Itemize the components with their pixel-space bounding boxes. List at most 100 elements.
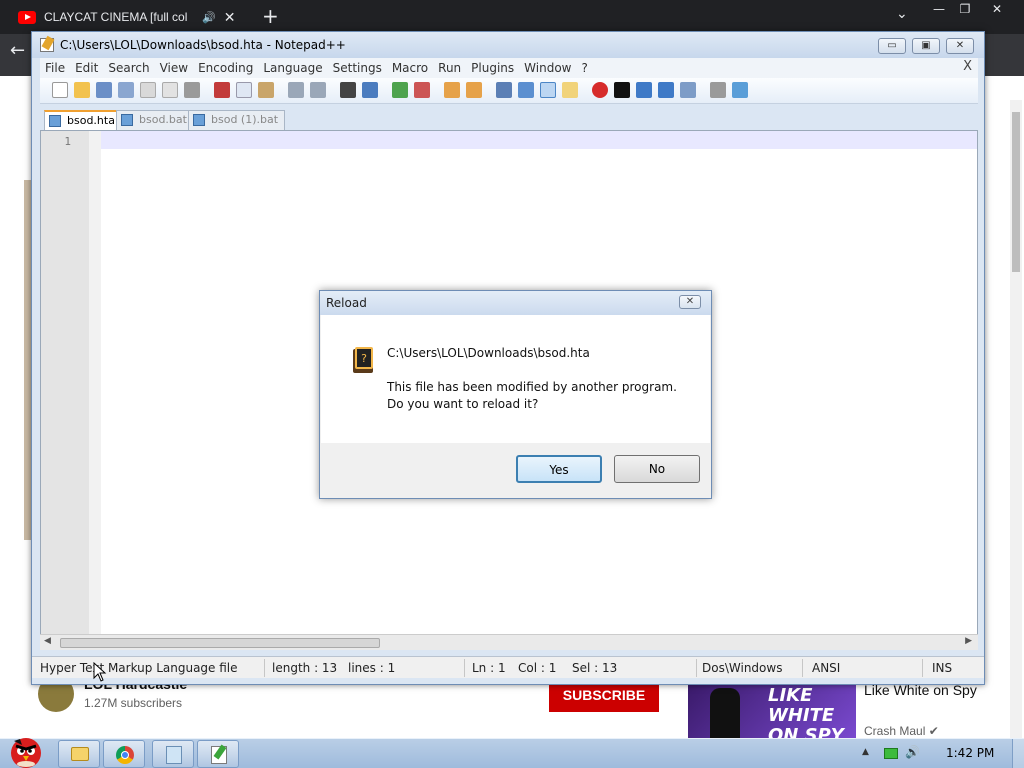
window-titlebar[interactable]: C:\Users\LOL\Downloads\bsod.hta - Notepa… [32, 32, 984, 58]
doc-map-icon[interactable] [710, 82, 726, 98]
sync-vertical-icon[interactable] [444, 82, 460, 98]
save-all-icon[interactable] [118, 82, 134, 98]
horizontal-scrollbar[interactable]: ◀ ▶ [40, 634, 978, 650]
new-file-icon[interactable] [52, 82, 68, 98]
scroll-right-arrow-icon[interactable]: ▶ [965, 636, 972, 646]
zoom-in-icon[interactable] [392, 82, 408, 98]
tray-expand-icon[interactable]: ▲ [862, 747, 869, 757]
tab-bsod-bat[interactable]: bsod.bat [116, 110, 194, 130]
line-number: 1 [64, 135, 71, 148]
tab-search-chevron-icon[interactable]: ⌄ [896, 6, 908, 22]
paste-icon[interactable] [258, 82, 274, 98]
menu-encoding[interactable]: Encoding [193, 61, 258, 75]
close-button[interactable]: ✕ [946, 38, 974, 54]
clock[interactable]: 1:42 PM [946, 746, 994, 760]
show-desktop-button[interactable] [1012, 739, 1024, 768]
open-file-icon[interactable] [74, 82, 90, 98]
browser-maximize-button[interactable]: ❐ [952, 0, 978, 18]
status-separator [464, 659, 465, 677]
notepadpp-book-icon: ? [353, 347, 373, 373]
sync-horizontal-icon[interactable] [466, 82, 482, 98]
yes-button[interactable]: Yes [516, 455, 602, 483]
reload-dialog: Reload ✕ ? C:\Users\LOL\Downloads\bsod.h… [319, 290, 712, 499]
status-encoding[interactable]: ANSI [812, 661, 840, 675]
page-scrollbar-thumb[interactable] [1012, 112, 1020, 272]
menu-help[interactable]: ? [576, 61, 592, 75]
notepad-icon [166, 746, 182, 764]
video-thumbnail[interactable]: LIKE WHITE ON SPY [688, 684, 856, 740]
current-line[interactable] [101, 131, 977, 149]
page-scrollbar[interactable] [1010, 100, 1022, 740]
dialog-text-line2: Do you want to reload it? [387, 397, 539, 411]
menu-search[interactable]: Search [103, 61, 154, 75]
tab-bsod-hta[interactable]: bsod.hta [44, 110, 122, 130]
network-icon[interactable] [884, 748, 898, 759]
taskbar-chrome[interactable] [103, 740, 145, 768]
fold-margin[interactable] [89, 131, 101, 637]
save-icon[interactable] [96, 82, 112, 98]
maximize-button[interactable]: ▣ [912, 38, 940, 54]
no-button[interactable]: No [614, 455, 700, 483]
status-insert-mode[interactable]: INS [932, 661, 952, 675]
tab-bsod-1-bat[interactable]: bsod (1).bat [188, 110, 286, 130]
play-macro-icon[interactable] [636, 82, 652, 98]
redo-icon[interactable] [310, 82, 326, 98]
new-tab-button[interactable]: + [262, 4, 279, 28]
dialog-titlebar[interactable]: Reload ✕ [320, 291, 711, 315]
menu-file[interactable]: File [40, 61, 70, 75]
menu-language[interactable]: Language [258, 61, 327, 75]
dialog-message: C:\Users\LOL\Downloads\bsod.hta This fil… [387, 345, 677, 413]
scroll-left-arrow-icon[interactable]: ◀ [44, 636, 51, 646]
indent-guide-icon[interactable] [540, 82, 556, 98]
save-macro-icon[interactable] [680, 82, 696, 98]
run-macro-multiple-icon[interactable] [658, 82, 674, 98]
menu-edit[interactable]: Edit [70, 61, 103, 75]
taskbar-explorer[interactable] [58, 740, 100, 768]
tab-label: bsod.hta [67, 114, 115, 127]
status-lines: lines : 1 [348, 661, 396, 675]
browser-tabstrip: CLAYCAT CINEMA [full col 🔊 ✕ + ⌄ — ❐ ✕ [0, 0, 1024, 34]
menu-window[interactable]: Window [519, 61, 576, 75]
status-separator [696, 659, 697, 677]
line-number-gutter: 1 [41, 131, 89, 637]
undo-icon[interactable] [288, 82, 304, 98]
word-wrap-icon[interactable] [496, 82, 512, 98]
status-separator [922, 659, 923, 677]
browser-close-button[interactable]: ✕ [984, 0, 1010, 18]
close-document-icon[interactable]: X [963, 59, 972, 74]
chrome-icon-center [121, 751, 129, 759]
menu-run[interactable]: Run [433, 61, 466, 75]
print-icon[interactable] [184, 82, 200, 98]
zoom-out-icon[interactable] [414, 82, 430, 98]
menu-plugins[interactable]: Plugins [466, 61, 519, 75]
menu-view[interactable]: View [155, 61, 193, 75]
close-all-icon[interactable] [162, 82, 178, 98]
close-tab-icon[interactable]: ✕ [224, 9, 236, 26]
menu-settings[interactable]: Settings [328, 61, 387, 75]
status-line-number: Ln : 1 [472, 661, 506, 675]
cut-icon[interactable] [214, 82, 230, 98]
menu-macro[interactable]: Macro [387, 61, 433, 75]
taskbar-notepad[interactable] [152, 740, 194, 768]
record-macro-icon[interactable] [592, 82, 608, 98]
browser-minimize-button[interactable]: — [926, 0, 952, 18]
spell-check-icon[interactable] [732, 82, 748, 98]
volume-icon[interactable]: 🔊 [905, 745, 920, 759]
replace-icon[interactable] [362, 82, 378, 98]
minimize-button[interactable]: ▭ [878, 38, 906, 54]
find-icon[interactable] [340, 82, 356, 98]
copy-icon[interactable] [236, 82, 252, 98]
recommended-video-channel[interactable]: Crash Maul ✔ [864, 724, 939, 738]
back-arrow-icon[interactable]: ← [10, 40, 25, 61]
language-udl-icon[interactable] [562, 82, 578, 98]
show-all-chars-icon[interactable] [518, 82, 534, 98]
dialog-close-button[interactable]: ✕ [679, 295, 701, 309]
status-eol[interactable]: Dos\Windows [702, 661, 782, 675]
horizontal-scrollbar-thumb[interactable] [60, 638, 380, 648]
start-button-angry-bird-icon[interactable] [4, 731, 48, 768]
window-title: C:\Users\LOL\Downloads\bsod.hta - Notepa… [60, 38, 346, 52]
stop-macro-icon[interactable] [614, 82, 630, 98]
browser-tab[interactable]: CLAYCAT CINEMA [full col 🔊 ✕ [8, 2, 248, 32]
taskbar-notepadpp[interactable] [197, 740, 239, 768]
close-file-icon[interactable] [140, 82, 156, 98]
